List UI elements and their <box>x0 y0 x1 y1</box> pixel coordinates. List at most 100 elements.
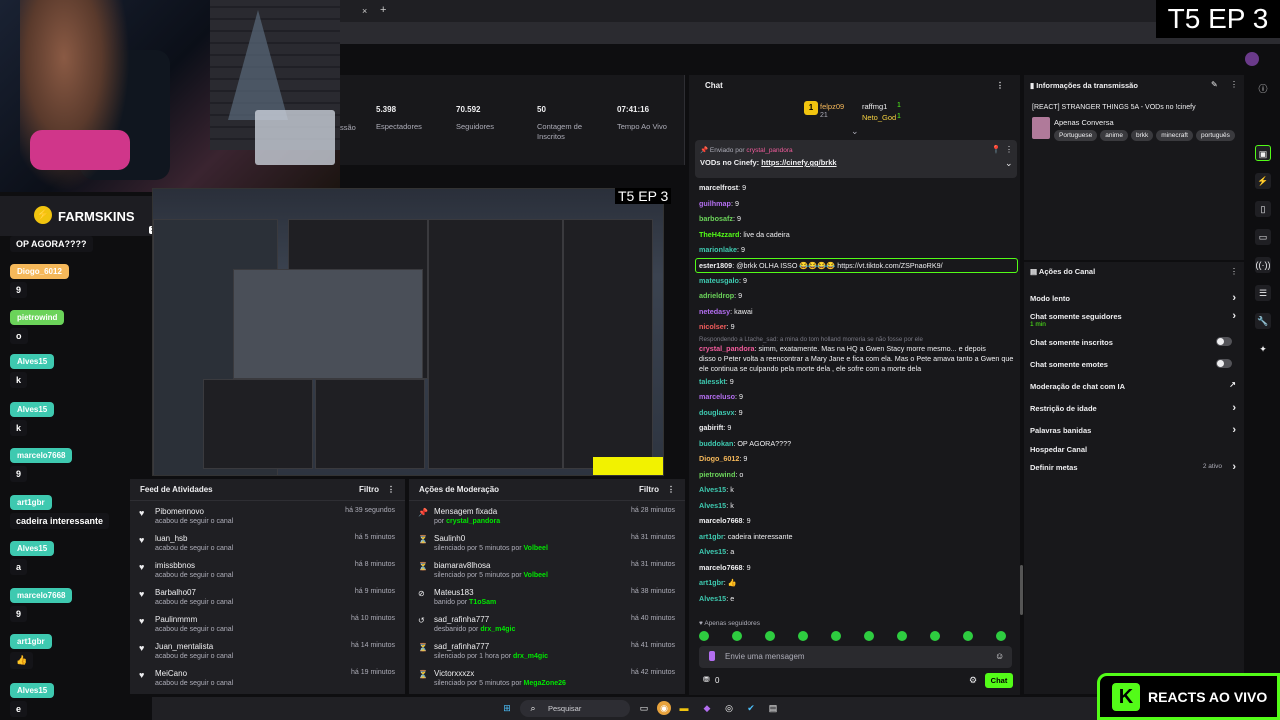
activity-user[interactable]: Barbalho07 <box>155 588 196 597</box>
chat-username[interactable]: gabirift <box>699 423 723 432</box>
chat-username[interactable]: Diogo_6012 <box>699 454 739 463</box>
folder-icon[interactable]: ▬ <box>677 701 691 715</box>
activity-user[interactable]: imissbbnos <box>155 561 195 570</box>
chat-username[interactable]: Alves15 <box>699 594 726 603</box>
chat-username[interactable]: art1gbr <box>699 578 724 587</box>
chevron-down-icon[interactable]: ⌄ <box>1005 158 1013 169</box>
moderation-target[interactable]: Mateus183 <box>434 588 474 597</box>
checkmark-app-icon[interactable]: ✔ <box>744 701 758 715</box>
discord-icon[interactable]: ◆ <box>700 701 714 715</box>
list-icon[interactable]: ☰ <box>1255 285 1271 301</box>
activity-user[interactable]: Pibomennovo <box>155 507 204 516</box>
chat-username[interactable]: buddokan <box>699 439 733 448</box>
emote-icon[interactable] <box>798 631 808 641</box>
chat-username[interactable]: barbosafz <box>699 214 733 223</box>
chat-username[interactable]: crystal_pandora <box>699 344 755 353</box>
toggle-switch[interactable] <box>1216 337 1232 346</box>
avatar[interactable] <box>1245 52 1259 66</box>
emote-icon[interactable] <box>732 631 742 641</box>
chat-input[interactable]: Envie uma mensagem <box>699 646 1012 668</box>
moderation-moderator[interactable]: T1oSam <box>469 599 496 606</box>
activity-user[interactable]: Juan_mentalista <box>155 642 213 651</box>
emote-icon[interactable] <box>765 631 775 641</box>
emote-icon[interactable] <box>963 631 973 641</box>
chat-username[interactable]: Alves15 <box>699 547 726 556</box>
document-app-icon[interactable]: ▤ <box>766 701 780 715</box>
apps-icon[interactable]: ✦ <box>1255 341 1271 357</box>
moderation-target[interactable]: sad_rafinha777 <box>434 615 489 624</box>
moderation-moderator[interactable]: crystal_pandora <box>446 518 500 525</box>
chat-username[interactable]: marionlake <box>699 245 737 254</box>
more-icon[interactable]: ⋮ <box>1230 267 1238 276</box>
chat-username[interactable]: mateusgalo <box>699 276 739 285</box>
activity-user[interactable]: Paulinmmm <box>155 615 197 624</box>
more-icon[interactable]: ⋮ <box>1005 145 1013 154</box>
activity-filter-button[interactable]: Filtro <box>359 485 379 494</box>
expand-icon[interactable]: ⌄ <box>851 126 859 137</box>
stream-tag[interactable]: brkk <box>1130 130 1154 141</box>
chevron-right-icon[interactable]: › <box>1232 424 1236 436</box>
top-gifter-name[interactable]: raffmg1 <box>862 102 887 111</box>
lightning-icon[interactable]: ⚡ <box>1255 173 1271 189</box>
stream-tag[interactable]: Portuguese <box>1054 130 1098 141</box>
channel-action-item[interactable]: Modo lento › <box>1030 292 1236 304</box>
wrench-icon[interactable]: 🔧 <box>1255 313 1271 329</box>
stream-tag[interactable]: minecraft <box>1156 130 1193 141</box>
settings-icon[interactable]: ⚙ <box>969 675 977 686</box>
chevron-right-icon[interactable]: › <box>1232 310 1236 322</box>
pin-toggle-icon[interactable]: 📍 <box>991 145 1001 154</box>
stream-tag[interactable]: anime <box>1100 130 1128 141</box>
channel-action-item[interactable]: Definir metas 2 ativo › <box>1030 461 1236 473</box>
moderation-filter-button[interactable]: Filtro <box>639 485 659 494</box>
info-icon[interactable]: ⓘ <box>1255 81 1271 97</box>
emote-icon[interactable] <box>699 631 709 641</box>
chat-username[interactable]: talesskt <box>699 377 726 386</box>
document-icon[interactable]: ▯ <box>1255 201 1271 217</box>
channel-action-item[interactable]: Restrição de idade › <box>1030 402 1236 414</box>
activity-user[interactable]: luan_hsb <box>155 534 187 543</box>
chat-username[interactable]: nicolser <box>699 322 727 331</box>
chevron-right-icon[interactable]: › <box>1232 292 1236 304</box>
moderation-moderator[interactable]: Volbeel <box>524 572 548 579</box>
channel-action-item[interactable]: Chat somente inscritos <box>1030 337 1236 347</box>
toggle-switch[interactable] <box>1216 359 1232 368</box>
broadcast-icon[interactable]: ((·)) <box>1255 257 1271 273</box>
close-tab-button[interactable]: × <box>362 6 367 16</box>
chat-username[interactable]: marcelo7668 <box>699 563 743 572</box>
obs-icon[interactable]: ◎ <box>722 701 736 715</box>
chat-username[interactable]: marcelfrost <box>699 183 738 192</box>
windows-start-icon[interactable]: ⊞ <box>500 701 514 715</box>
emote-icon[interactable] <box>996 631 1006 641</box>
pinned-user[interactable]: crystal_pandora <box>746 147 792 154</box>
chat-username[interactable]: art1gbr <box>699 532 724 541</box>
chat-username[interactable]: netedasy <box>699 307 730 316</box>
emote-icon[interactable] <box>897 631 907 641</box>
chat-username[interactable]: Alves15 <box>699 485 726 494</box>
chat-scrollbar[interactable] <box>1020 565 1023 615</box>
more-icon[interactable]: ⋮ <box>996 81 1004 90</box>
moderation-moderator[interactable]: MegaZone26 <box>524 680 566 687</box>
moderation-moderator[interactable]: drx_m4gic <box>513 653 548 660</box>
chat-username[interactable]: adrieldrop <box>699 291 734 300</box>
task-view-icon[interactable]: ▭ <box>637 701 651 715</box>
chevron-right-icon[interactable]: › <box>1232 461 1236 473</box>
send-chat-button[interactable]: Chat <box>985 673 1013 688</box>
top-gifter-name[interactable]: felpz09 <box>820 102 844 111</box>
moderation-target[interactable]: Mensagem fixada <box>434 507 497 516</box>
chevron-right-icon[interactable]: › <box>1232 402 1236 414</box>
channel-action-item[interactable]: Chat somente emotes <box>1030 359 1236 369</box>
channel-action-item[interactable]: Palavras banidas › <box>1030 424 1236 436</box>
moderation-moderator[interactable]: drx_m4gic <box>480 626 515 633</box>
chat-icon[interactable]: ▭ <box>1255 229 1271 245</box>
emote-icon[interactable] <box>831 631 841 641</box>
moderation-target[interactable]: biamarav8lhosa <box>434 561 490 570</box>
stream-category[interactable]: Apenas Conversa <box>1054 118 1114 127</box>
emote-icon[interactable] <box>930 631 940 641</box>
channel-action-item[interactable]: Chat somente seguidores › 1 min <box>1030 310 1236 328</box>
moderation-moderator[interactable]: Volbeel <box>524 545 548 552</box>
pinned-link[interactable]: https://cinefy.gg/brkk <box>761 158 836 167</box>
chat-username[interactable]: douglasvx <box>699 408 735 417</box>
more-icon[interactable]: ⋮ <box>667 485 675 494</box>
edit-icon[interactable]: ✎ <box>1211 80 1218 89</box>
chat-username[interactable]: marcelo7668 <box>699 516 743 525</box>
